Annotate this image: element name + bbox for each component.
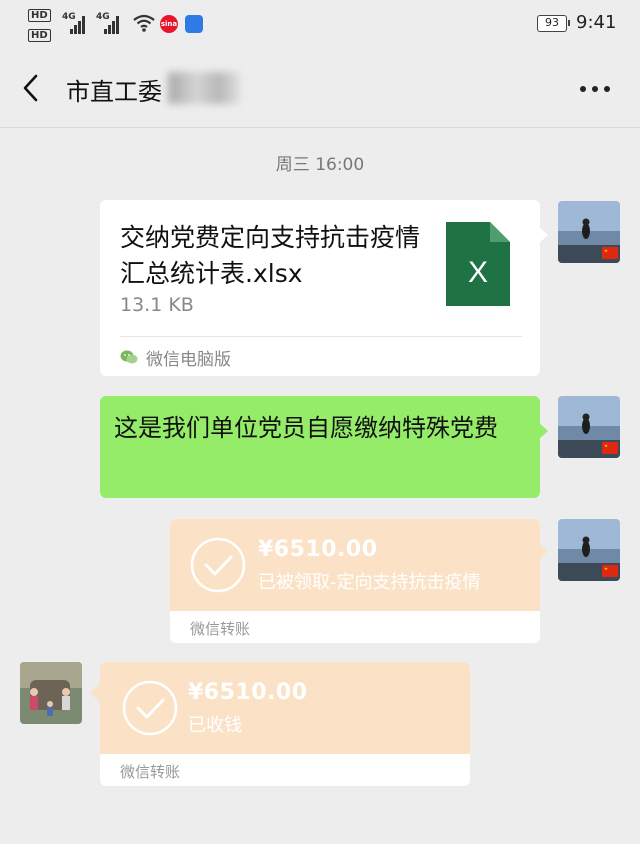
file-message[interactable]: 交纳党费定向支持抗击疫情汇总统计表.xlsx 13.1 KB X 微信电脑版 xyxy=(100,200,540,376)
transfer-status: 已被领取-定向支持抗击疫情 xyxy=(258,572,481,593)
contact-avatar[interactable] xyxy=(20,662,82,724)
chat-header: 市直工委 xyxy=(0,48,640,128)
signal-2-icon: 4G xyxy=(96,12,119,34)
divider xyxy=(120,336,522,337)
message-timestamp: 周三 16:00 xyxy=(275,155,365,175)
sina-app-icon: sina xyxy=(160,15,178,33)
check-circle-icon xyxy=(190,537,246,593)
status-time: 9:41 xyxy=(576,12,617,33)
battery-icon: 93 xyxy=(537,15,570,32)
check-circle-icon xyxy=(122,680,178,736)
bubble-tail xyxy=(90,684,100,702)
notification-app-icon xyxy=(185,15,203,33)
hd-indicator-2: HD xyxy=(28,29,51,42)
file-name: 交纳党费定向支持抗击疫情汇总统计表.xlsx xyxy=(120,223,421,288)
hd-indicator-1: HD xyxy=(28,9,51,22)
self-avatar[interactable] xyxy=(558,519,620,581)
svg-text:X: X xyxy=(468,256,488,289)
transfer-source: 微信转账 xyxy=(190,620,251,638)
transfer-status: 已收钱 xyxy=(188,715,242,736)
file-source-label: 微信电脑版 xyxy=(146,349,231,370)
more-dots-icon[interactable] xyxy=(578,84,612,94)
status-bar: HD HD 4G 4G sina 93 9:41 xyxy=(0,0,640,48)
text-message[interactable]: 这是我们单位党员自愿缴纳特殊党费 xyxy=(100,396,540,498)
self-avatar[interactable] xyxy=(558,396,620,458)
message-text: 这是我们单位党员自愿缴纳特殊党费 xyxy=(114,414,498,442)
transfer-sent-card[interactable]: ¥6510.00 已被领取-定向支持抗击疫情 微信转账 xyxy=(170,519,540,643)
wifi-icon xyxy=(133,14,155,32)
blurred-title-suffix xyxy=(168,72,240,104)
transfer-amount: ¥6510.00 xyxy=(258,537,378,562)
signal-1-icon: 4G xyxy=(62,12,85,34)
chevron-left-icon[interactable] xyxy=(18,72,46,104)
excel-file-icon: X xyxy=(446,222,510,306)
transfer-source: 微信转账 xyxy=(120,763,181,781)
chat-title: 市直工委 xyxy=(66,78,162,106)
file-size: 13.1 KB xyxy=(120,294,194,316)
transfer-received-card[interactable]: ¥6510.00 已收钱 微信转账 xyxy=(100,662,470,786)
wechat-icon xyxy=(120,350,138,364)
self-avatar[interactable] xyxy=(558,201,620,263)
file-source: 微信电脑版 xyxy=(120,345,231,370)
transfer-amount: ¥6510.00 xyxy=(188,680,308,705)
